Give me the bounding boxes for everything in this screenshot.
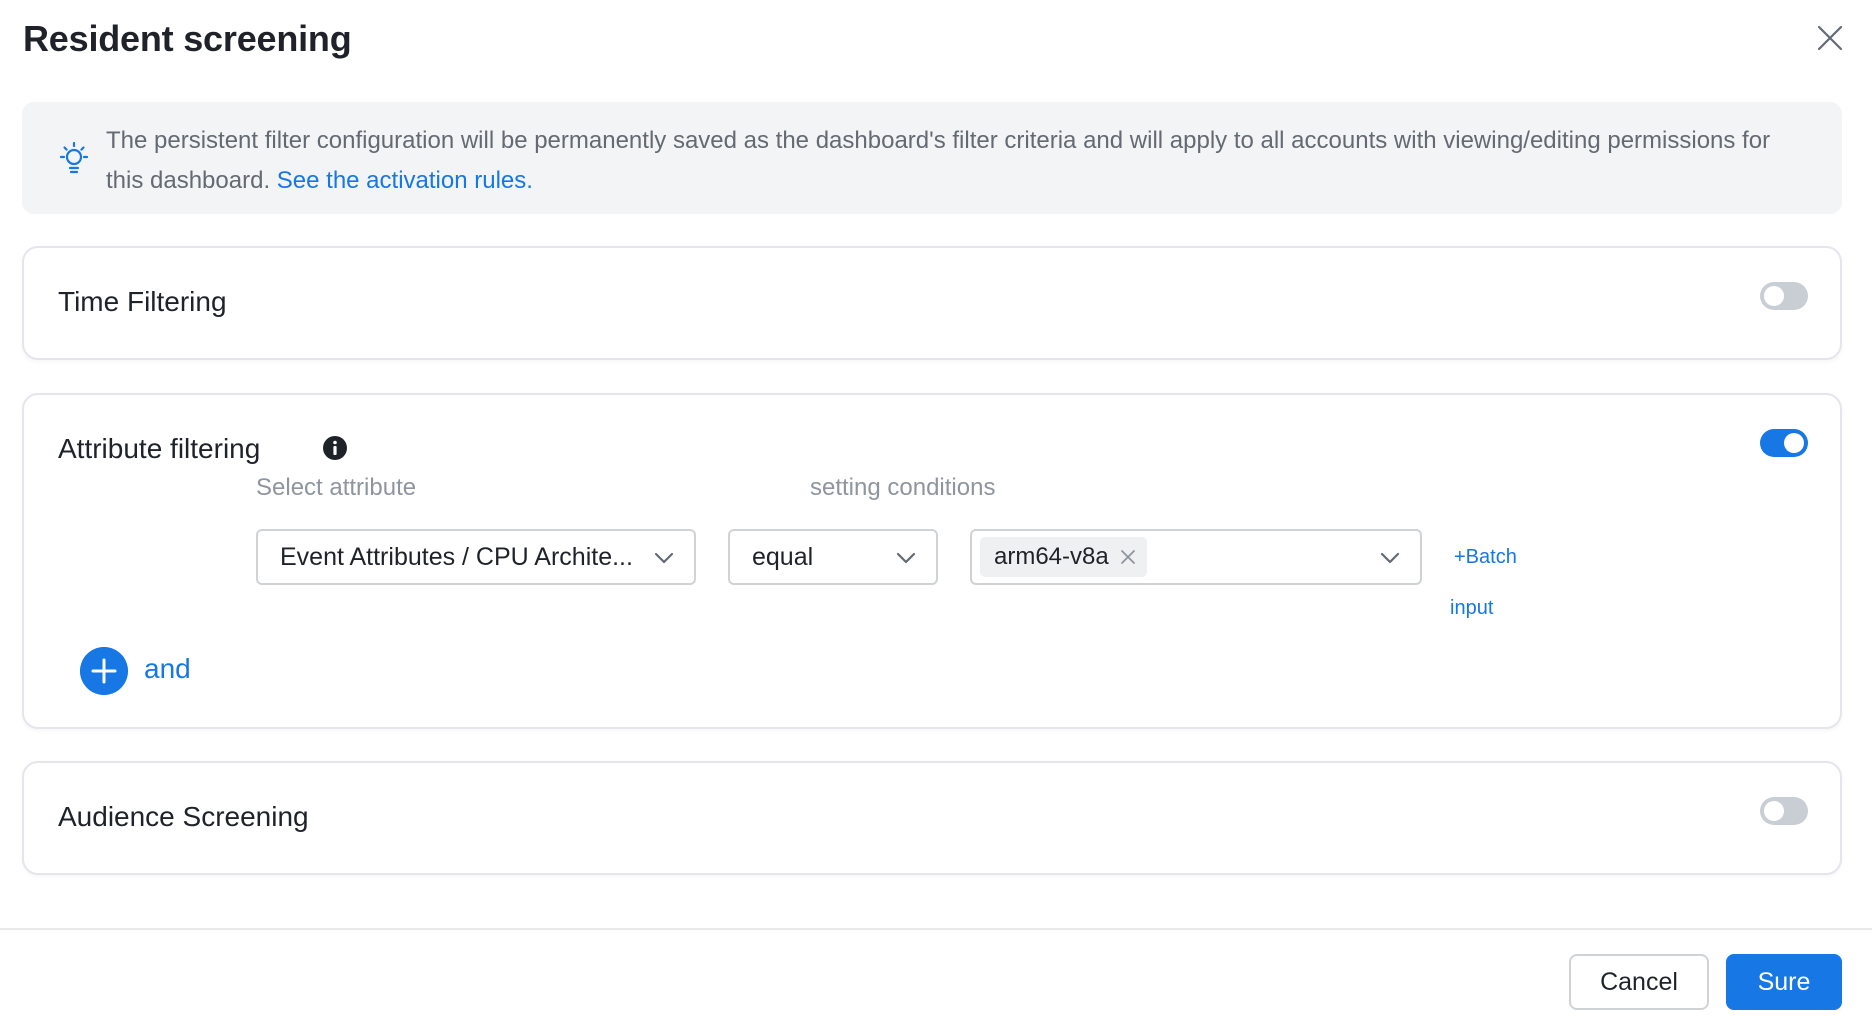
batch-input-link-line2[interactable]: input: [1450, 597, 1493, 620]
batch-input-link[interactable]: +Batch: [1454, 541, 1517, 573]
info-icon[interactable]: [322, 435, 348, 461]
attribute-filtering-title: Attribute filtering: [58, 433, 261, 464]
activation-rules-link[interactable]: See the activation rules.: [277, 167, 533, 194]
time-filtering-toggle[interactable]: [1760, 282, 1808, 310]
audience-screening-card: Audience Screening: [22, 761, 1842, 875]
notice-text: The persistent filter configuration will…: [106, 121, 1806, 201]
notice-banner: The persistent filter configuration will…: [22, 102, 1842, 214]
lightbulb-icon: [59, 141, 89, 174]
chevron-down-icon: [896, 552, 916, 564]
time-filtering-title: Time Filtering: [58, 286, 227, 317]
time-filtering-card: Time Filtering: [22, 246, 1842, 360]
value-tag: arm64-v8a: [980, 537, 1147, 577]
toggle-knob: [1784, 433, 1804, 453]
attribute-select-value: Event Attributes / CPU Archite...: [280, 543, 633, 571]
close-icon: [1817, 25, 1843, 51]
footer-divider: [0, 928, 1872, 930]
attribute-filtering-toggle[interactable]: [1760, 429, 1808, 457]
tag-close-icon[interactable]: [1119, 548, 1137, 566]
attribute-filtering-card: Attribute filtering Select attribute set…: [22, 393, 1842, 729]
audience-screening-toggle[interactable]: [1760, 797, 1808, 825]
value-multi-select[interactable]: arm64-v8a: [970, 529, 1422, 585]
close-button[interactable]: [1810, 18, 1850, 58]
toggle-knob: [1764, 801, 1784, 821]
resident-screening-dialog: Resident screening The persistent filter…: [0, 0, 1872, 1028]
toggle-knob: [1764, 286, 1784, 306]
chevron-down-icon: [1380, 552, 1400, 564]
attribute-select[interactable]: Event Attributes / CPU Archite...: [256, 529, 696, 585]
operator-select-value: equal: [752, 543, 814, 571]
cancel-button[interactable]: Cancel: [1569, 954, 1709, 1010]
audience-screening-title: Audience Screening: [58, 801, 309, 832]
chevron-down-icon: [654, 552, 674, 564]
select-attribute-label: Select attribute: [256, 474, 417, 501]
sure-button[interactable]: Sure: [1726, 954, 1842, 1010]
operator-select[interactable]: equal: [728, 529, 938, 585]
plus-icon: [80, 647, 128, 695]
value-tag-label: arm64-v8a: [994, 543, 1109, 570]
add-and-label: and: [144, 653, 191, 684]
dialog-title: Resident screening: [23, 18, 352, 59]
setting-conditions-label: setting conditions: [810, 474, 996, 501]
